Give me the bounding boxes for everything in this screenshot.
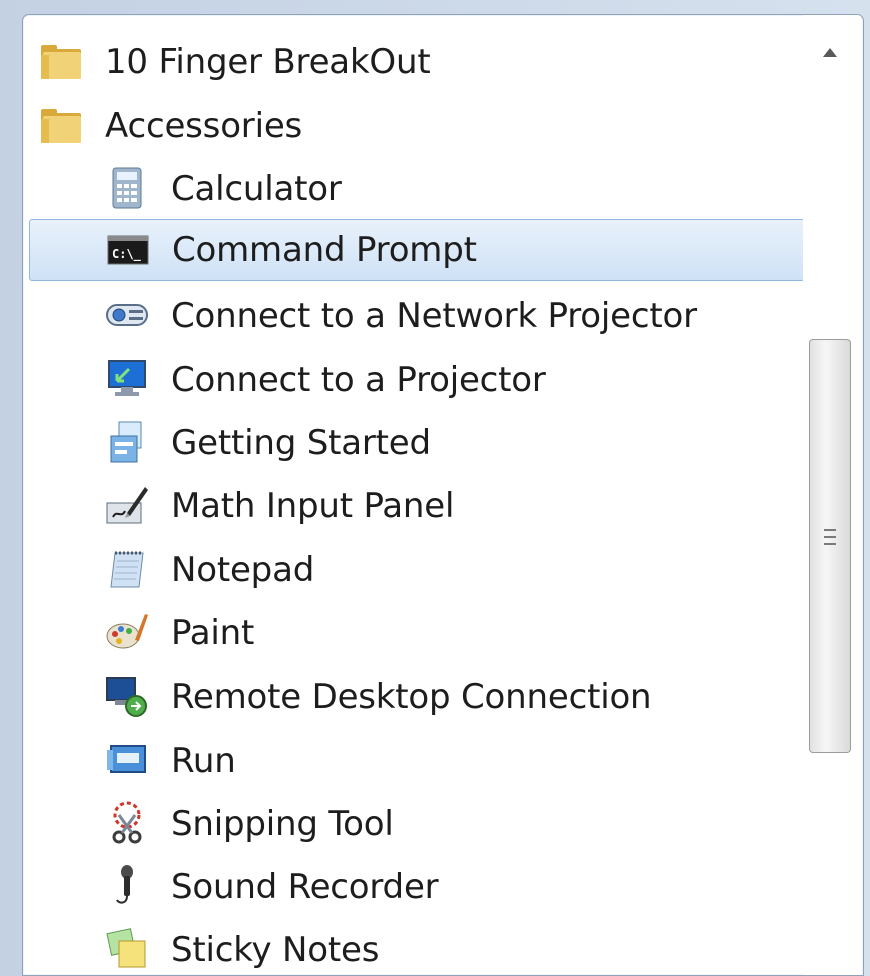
folder-icon (39, 103, 83, 147)
run-icon (105, 738, 149, 782)
command-prompt-icon: C:\_ (106, 228, 150, 272)
menu-item-command-prompt[interactable]: C:\_ Command Prompt (29, 219, 805, 281)
menu-item-connect-projector[interactable]: Connect to a Projector (23, 349, 801, 411)
menu-item-getting-started[interactable]: Getting Started (23, 412, 801, 474)
menu-item-label: Snipping Tool (171, 804, 394, 844)
folder-icon (39, 39, 83, 83)
menu-item-remote-desktop[interactable]: Remote Desktop Connection (23, 666, 801, 728)
getting-started-icon (105, 420, 149, 464)
menu-folder-10-finger-breakout[interactable]: 10 Finger BreakOut (23, 31, 801, 93)
menu-item-label: Paint (171, 613, 255, 653)
menu-item-connect-network-projector[interactable]: Connect to a Network Projector (23, 285, 801, 347)
network-projector-icon (105, 293, 149, 337)
scissors-icon (105, 801, 149, 845)
scroll-grip-icon (822, 526, 838, 548)
projector-monitor-icon (105, 357, 149, 401)
paint-palette-icon (105, 610, 149, 654)
menu-item-label: Notepad (171, 550, 315, 590)
svg-text:C:\_: C:\_ (112, 247, 142, 262)
math-input-pen-icon (105, 483, 149, 527)
menu-item-label: Connect to a Projector (171, 360, 546, 400)
menu-item-label: Remote Desktop Connection (171, 677, 652, 717)
menu-item-math-input-panel[interactable]: Math Input Panel (23, 475, 801, 537)
menu-item-label: 10 Finger BreakOut (105, 42, 431, 82)
menu-item-label: Accessories (105, 106, 303, 146)
vertical-scrollbar[interactable] (803, 15, 861, 975)
menu-item-label: Sticky Notes (171, 930, 380, 970)
programs-list: 10 Finger BreakOut Accessories Calculato… (23, 15, 805, 975)
menu-folder-accessories[interactable]: Accessories (23, 95, 801, 157)
scroll-up-arrow-icon[interactable] (813, 35, 847, 69)
menu-item-label: Math Input Panel (171, 486, 455, 526)
menu-item-label: Getting Started (171, 423, 431, 463)
scrollbar-thumb[interactable] (809, 339, 851, 753)
menu-item-run[interactable]: Run (23, 730, 801, 792)
menu-item-label: Calculator (171, 169, 342, 209)
calculator-icon (105, 166, 149, 210)
sticky-notes-icon (105, 927, 149, 971)
menu-item-snipping-tool[interactable]: Snipping Tool (23, 793, 801, 855)
menu-item-sticky-notes[interactable]: Sticky Notes (23, 919, 801, 975)
notepad-icon (105, 547, 149, 591)
all-programs-panel: 10 Finger BreakOut Accessories Calculato… (22, 14, 864, 976)
menu-item-notepad[interactable]: Notepad (23, 539, 801, 601)
menu-item-label: Sound Recorder (171, 867, 439, 907)
microphone-icon (105, 864, 149, 908)
menu-item-label: Connect to a Network Projector (171, 296, 697, 336)
menu-item-label: Run (171, 741, 236, 781)
menu-item-label: Command Prompt (172, 230, 477, 270)
menu-item-calculator[interactable]: Calculator (23, 158, 801, 220)
menu-item-paint[interactable]: Paint (23, 602, 801, 664)
remote-desktop-icon (105, 674, 149, 718)
menu-item-sound-recorder[interactable]: Sound Recorder (23, 856, 801, 918)
